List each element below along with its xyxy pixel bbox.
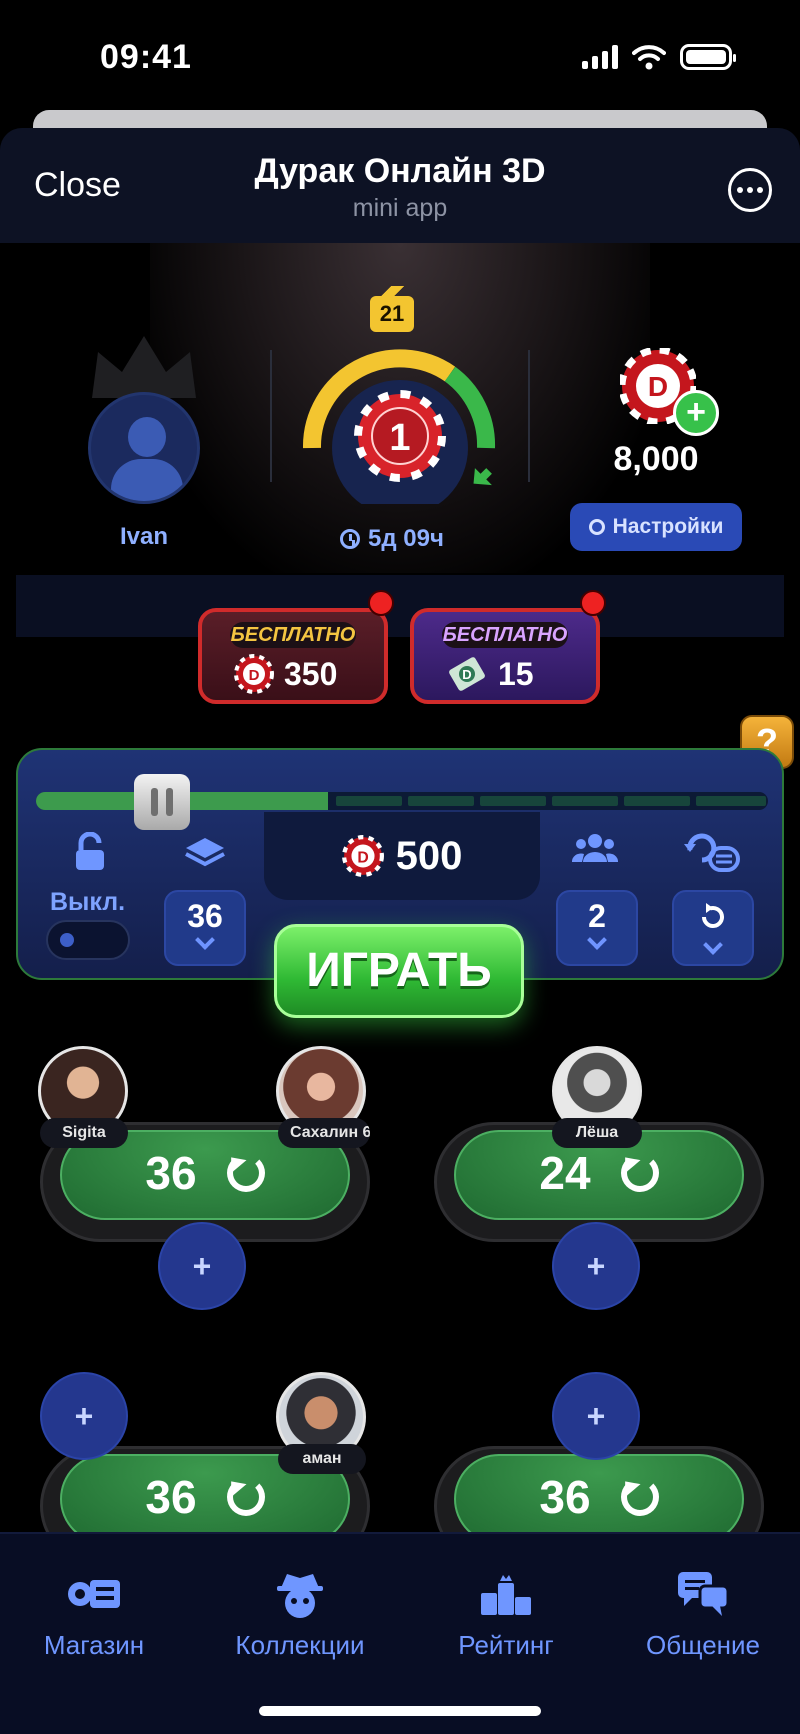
collections-icon xyxy=(277,1574,323,1618)
user-avatar[interactable] xyxy=(88,392,200,504)
stake-display: D 500 xyxy=(264,812,540,900)
game-mode-select[interactable] xyxy=(672,890,754,966)
ticket-icon: D xyxy=(449,657,485,691)
nav-item-shop[interactable]: Магазин xyxy=(24,1570,164,1661)
wifi-icon xyxy=(632,45,666,70)
lock-icon xyxy=(76,832,104,870)
rank-number: 1 xyxy=(389,417,410,459)
rating-icon xyxy=(481,1575,531,1615)
nav-label: Коллекции xyxy=(235,1630,365,1660)
add-player-button[interactable]: + xyxy=(40,1372,128,1460)
nav-label: Магазин xyxy=(43,1630,145,1660)
season-timer: 5д 09ч xyxy=(340,525,444,553)
player-name: Сахалин 6 xyxy=(278,1118,370,1148)
divider xyxy=(270,350,272,482)
more-options-button[interactable] xyxy=(728,168,772,212)
nav-item-chat[interactable]: Общение xyxy=(632,1570,774,1661)
add-player-button[interactable]: + xyxy=(552,1222,640,1310)
status-icons xyxy=(582,44,736,70)
promo-value: 350 xyxy=(284,655,338,692)
player-name: аман xyxy=(278,1444,366,1474)
svg-text:D: D xyxy=(648,371,668,402)
svg-text:D: D xyxy=(249,667,260,684)
cellular-signal-icon xyxy=(582,45,618,69)
refresh-icon xyxy=(226,1478,265,1516)
avatar-body xyxy=(111,459,183,501)
private-game-toggle[interactable] xyxy=(46,920,130,960)
status-bar: 09:41 xyxy=(0,0,800,110)
chip-balance: 8,000 xyxy=(613,440,699,478)
settings-button[interactable]: Настройки xyxy=(570,503,742,551)
divider xyxy=(528,350,530,482)
deck-size-select[interactable]: 36 xyxy=(164,890,246,966)
timer-text: 5д 09ч xyxy=(368,525,444,552)
nav-label: Общение xyxy=(645,1630,761,1660)
bottom-navigation: Магазин Коллекции Рейтинг Общение xyxy=(0,1532,800,1734)
nav-label: Рейтинг xyxy=(458,1630,554,1660)
arrow-up-icon xyxy=(473,468,492,486)
nav-item-rating[interactable]: Рейтинг xyxy=(436,1570,576,1661)
add-chips-button[interactable]: + xyxy=(673,390,719,436)
svg-text:D: D xyxy=(357,849,368,866)
game-mode-icon xyxy=(684,833,740,872)
avatar-head xyxy=(128,417,166,457)
players-icon xyxy=(572,834,618,862)
free-chips-button[interactable]: БЕСПЛАТНО D 350 xyxy=(198,590,394,704)
refresh-icon xyxy=(702,903,724,928)
app-header: Close Дурак Онлайн 3D mini app xyxy=(0,128,800,243)
table-deck-size: 24 xyxy=(539,1147,591,1199)
status-time: 09:41 xyxy=(100,38,192,76)
settings-label: Настройки xyxy=(612,515,724,538)
promo-label: БЕСПЛАТНО xyxy=(442,622,568,648)
svg-text:D: D xyxy=(462,667,471,682)
nav-item-collections[interactable]: Коллекции xyxy=(220,1570,380,1661)
player-name: Лёша xyxy=(552,1118,642,1148)
clock-icon xyxy=(340,529,360,549)
stake-slider-handle[interactable] xyxy=(134,774,190,830)
promo-strip xyxy=(16,575,784,637)
level-badge: 21 xyxy=(370,286,414,332)
home-indicator xyxy=(259,1706,541,1716)
play-button[interactable]: ИГРАТЬ xyxy=(274,924,524,1018)
rank-gauge[interactable]: 1 xyxy=(300,344,500,504)
refresh-icon xyxy=(620,1154,659,1192)
table-deck-size: 36 xyxy=(145,1471,197,1523)
refresh-icon xyxy=(226,1154,265,1192)
app-subtitle: mini app xyxy=(352,194,448,222)
chip-icon: D xyxy=(341,835,384,877)
chip-icon: D xyxy=(234,654,274,694)
promo-value: 15 xyxy=(498,655,534,692)
table-deck-size: 36 xyxy=(539,1471,591,1523)
username: Ivan xyxy=(119,523,169,550)
battery-icon xyxy=(680,44,736,70)
cards-deck-icon xyxy=(185,838,225,867)
private-game-label: Выкл. xyxy=(50,888,126,916)
promo-label: БЕСПЛАТНО xyxy=(230,622,356,648)
table-deck-size: 36 xyxy=(145,1147,197,1199)
app-title: Дурак Онлайн 3D xyxy=(254,152,546,190)
free-tickets-button[interactable]: БЕСПЛАТНО D 15 xyxy=(410,590,606,704)
notification-dot xyxy=(580,590,606,616)
shop-icon xyxy=(68,1580,120,1608)
add-player-button[interactable]: + xyxy=(552,1372,640,1460)
refresh-icon xyxy=(620,1478,659,1516)
player-name: Sigita xyxy=(40,1118,128,1148)
chat-icon xyxy=(678,1572,728,1616)
add-player-button[interactable]: + xyxy=(158,1222,246,1310)
gear-icon xyxy=(588,519,605,535)
stake-value: 500 xyxy=(395,833,463,878)
notification-dot xyxy=(368,590,394,616)
players-count-select[interactable]: 2 xyxy=(556,890,638,966)
